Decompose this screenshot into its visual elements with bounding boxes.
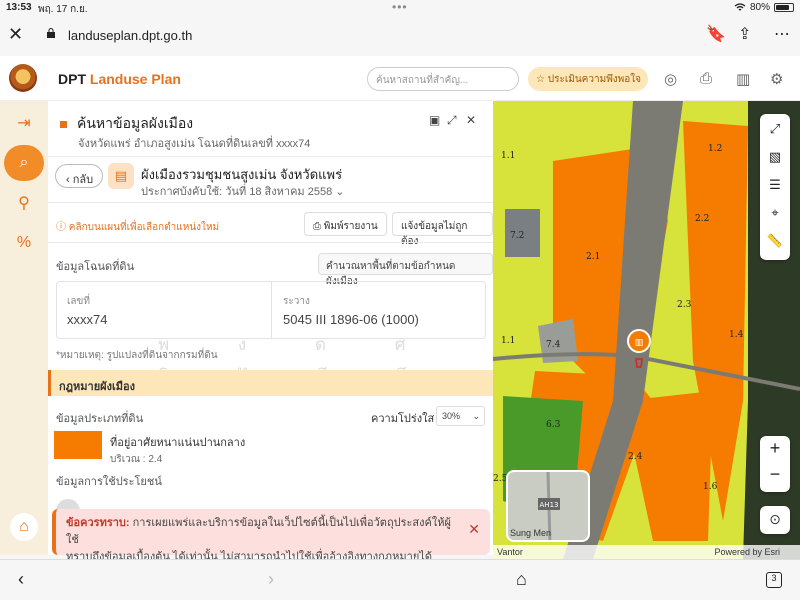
panel-title: ค้นหาข้อมูลผังเมือง	[60, 113, 193, 135]
printer-icon: ⎙	[313, 221, 324, 232]
zone-label: 1.2	[708, 144, 722, 154]
zone-label: 2.4	[628, 452, 643, 462]
zone-label: 7.4	[546, 340, 561, 350]
close-toast-icon[interactable]: ✕	[468, 521, 480, 538]
home-nav-icon[interactable]: ⌂	[516, 569, 527, 590]
book-icon[interactable]: ▥	[736, 70, 750, 88]
zone-label: 7.2	[510, 231, 524, 241]
deed-no-label: เลขที่	[67, 296, 90, 307]
wifi-icon	[734, 3, 746, 11]
usage-section-title: ข้อมูลการใช้ประโยชน์	[56, 476, 162, 488]
map-tools: ⤢ ▧ ☰ ⌖ 📏	[760, 114, 790, 260]
brand-title: DPT Landuse Plan	[58, 71, 181, 87]
left-sidebar: ⇥ ⌕ ⚲ % ⌂	[0, 101, 48, 555]
zone-label: 1.1	[501, 336, 515, 346]
locate-me-icon[interactable]: ⊙	[760, 506, 790, 534]
status-date: พฤ. 17 ก.ย.	[38, 4, 88, 15]
url-text[interactable]: landuseplan.dpt.go.th	[68, 28, 192, 43]
forward-nav-icon[interactable]: ›	[268, 569, 274, 590]
zone-label: 1.6	[703, 482, 718, 492]
opacity-label: ความโปร่งใส	[371, 413, 435, 425]
close-icon[interactable]: ✕	[8, 24, 23, 45]
percent-icon[interactable]: %	[4, 225, 44, 261]
zoom-out-button[interactable]: −	[760, 464, 790, 492]
zoom-controls: + −	[760, 436, 790, 492]
dpt-logo	[9, 64, 37, 92]
zone-label: 2.2	[695, 214, 709, 224]
browser-url-bar: ✕ landuseplan.dpt.go.th 🔖 ⇪ ⋯	[0, 16, 800, 54]
minimize-icon[interactable]: ▣	[429, 113, 440, 127]
search-panel: ค้นหาข้อมูลผังเมือง จังหวัดแพร่ อำเภอสูง…	[48, 101, 493, 555]
app-header: DPT Landuse Plan ค้นหาสถานที่สำคัญ... ☆ …	[0, 56, 800, 101]
camera-icon[interactable]: ◎	[664, 70, 677, 88]
deed-section-title: ข้อมูลโฉนดที่ดิน	[56, 261, 135, 273]
sheet-value: 5045 III 1896-06 (1000)	[283, 312, 419, 327]
plan-date[interactable]: ประกาศบังคับใช้: วันที่ 18 สิงหาคม 2558 …	[141, 182, 345, 200]
chevron-down-icon: ⌄	[335, 186, 345, 198]
report-error-button[interactable]: แจ้งข้อมูลไม่ถูกต้อง	[392, 212, 493, 247]
multitask-dots-icon[interactable]: •••	[392, 0, 408, 14]
location-icon[interactable]: ⚲	[4, 185, 44, 221]
law-section-header: กฎหมายผังเมือง	[48, 370, 493, 396]
overview-label: Sung Men	[510, 528, 552, 538]
star-icon: ☆	[536, 74, 548, 85]
zone-label: 6.3	[546, 420, 561, 430]
back-button[interactable]: ‹ กลับ	[55, 164, 103, 188]
divider	[48, 156, 493, 157]
battery-icon	[774, 3, 794, 12]
fullscreen-icon[interactable]: ⤢	[760, 116, 790, 142]
status-time: 13:53	[6, 2, 32, 13]
print-icon[interactable]: ⎙	[700, 70, 712, 87]
draw-icon[interactable]: ⌖	[760, 200, 790, 226]
zone-label: 1.4	[729, 330, 744, 340]
zone-code: บริเวณ : 2.4	[110, 454, 163, 465]
close-panel-icon[interactable]: ✕	[466, 113, 476, 127]
browser-bottom-nav: ‹ › ⌂ 3	[0, 559, 800, 600]
info-hint: ⓘ คลิกบนแผนที่เพื่อเลือกตำแหน่งใหม่	[56, 222, 220, 233]
divider	[48, 202, 493, 203]
search-plan-icon[interactable]: ⌕	[4, 145, 44, 181]
zone-label: 2.3	[677, 300, 692, 310]
opacity-select[interactable]: 30% ⌄	[436, 406, 485, 426]
share-icon[interactable]: ⇪	[738, 24, 751, 44]
panel-subtitle: จังหวัดแพร่ อำเภอสูงเม่น โฉนดที่ดินเลขที…	[78, 138, 311, 150]
lock-icon	[47, 28, 55, 38]
zone-color-swatch	[54, 431, 102, 459]
zone-label: 2.1	[586, 252, 600, 262]
print-report-button[interactable]: ⎙ พิมพ์รายงาน	[304, 212, 387, 236]
battery-percent: 80%	[749, 2, 770, 13]
basemap-icon[interactable]: ▧	[760, 144, 790, 170]
zoom-in-button[interactable]: +	[760, 438, 790, 466]
sidebar-toggle-icon[interactable]: ⇥	[4, 105, 44, 141]
place-search-input[interactable]: ค้นหาสถานที่สำคัญ...	[367, 67, 519, 91]
back-nav-icon[interactable]: ‹	[18, 569, 24, 590]
map-plan-icon: ▤	[108, 163, 134, 189]
gear-icon[interactable]: ⚙	[770, 70, 783, 88]
sheet-label: ระวาง	[283, 296, 310, 307]
landtype-section-title: ข้อมูลประเภทที่ดิน	[56, 413, 144, 425]
expand-icon[interactable]: ⤢	[447, 113, 457, 128]
layers-icon[interactable]: ☰	[760, 172, 790, 198]
deed-no-value: xxxx74	[67, 312, 108, 327]
disclaimer-toast: ข้อควรทราบ: การเผยแพร่และบริการข้อมูลในเ…	[52, 509, 490, 563]
zone-name: ที่อยู่อาศัยหนาแน่นปานกลาง	[110, 437, 246, 449]
deed-note: *หมายเหตุ: รูปแปลงที่ดินจากกรมที่ดิน	[56, 350, 218, 361]
more-icon[interactable]: ⋯	[774, 24, 790, 44]
calc-area-button[interactable]: คำนวณหาพื้นที่ตามข้อกำหนดผังเมือง	[318, 253, 493, 287]
overview-map[interactable]: AH13 Sung Men	[506, 470, 590, 542]
measure-icon[interactable]: 📏	[760, 228, 790, 254]
tabs-count[interactable]: 3	[766, 572, 782, 588]
info-icon: ⓘ	[56, 222, 69, 233]
bookmark-icon[interactable]: 🔖	[706, 24, 726, 44]
home-icon[interactable]: ⌂	[10, 513, 38, 541]
status-bar: 13:53 พฤ. 17 ก.ย. ••• 80%	[0, 0, 800, 16]
map-attribution: Vantor Powered by Esri	[493, 545, 800, 559]
chevron-down-icon: ⌄	[472, 411, 480, 421]
svg-text:▥: ▥	[635, 338, 644, 348]
svg-text:AH13: AH13	[540, 501, 559, 509]
zone-label: 1.1	[501, 151, 515, 161]
divider	[48, 242, 493, 243]
satisfaction-button[interactable]: ☆ ประเมินความพึงพอใจ	[528, 67, 648, 91]
